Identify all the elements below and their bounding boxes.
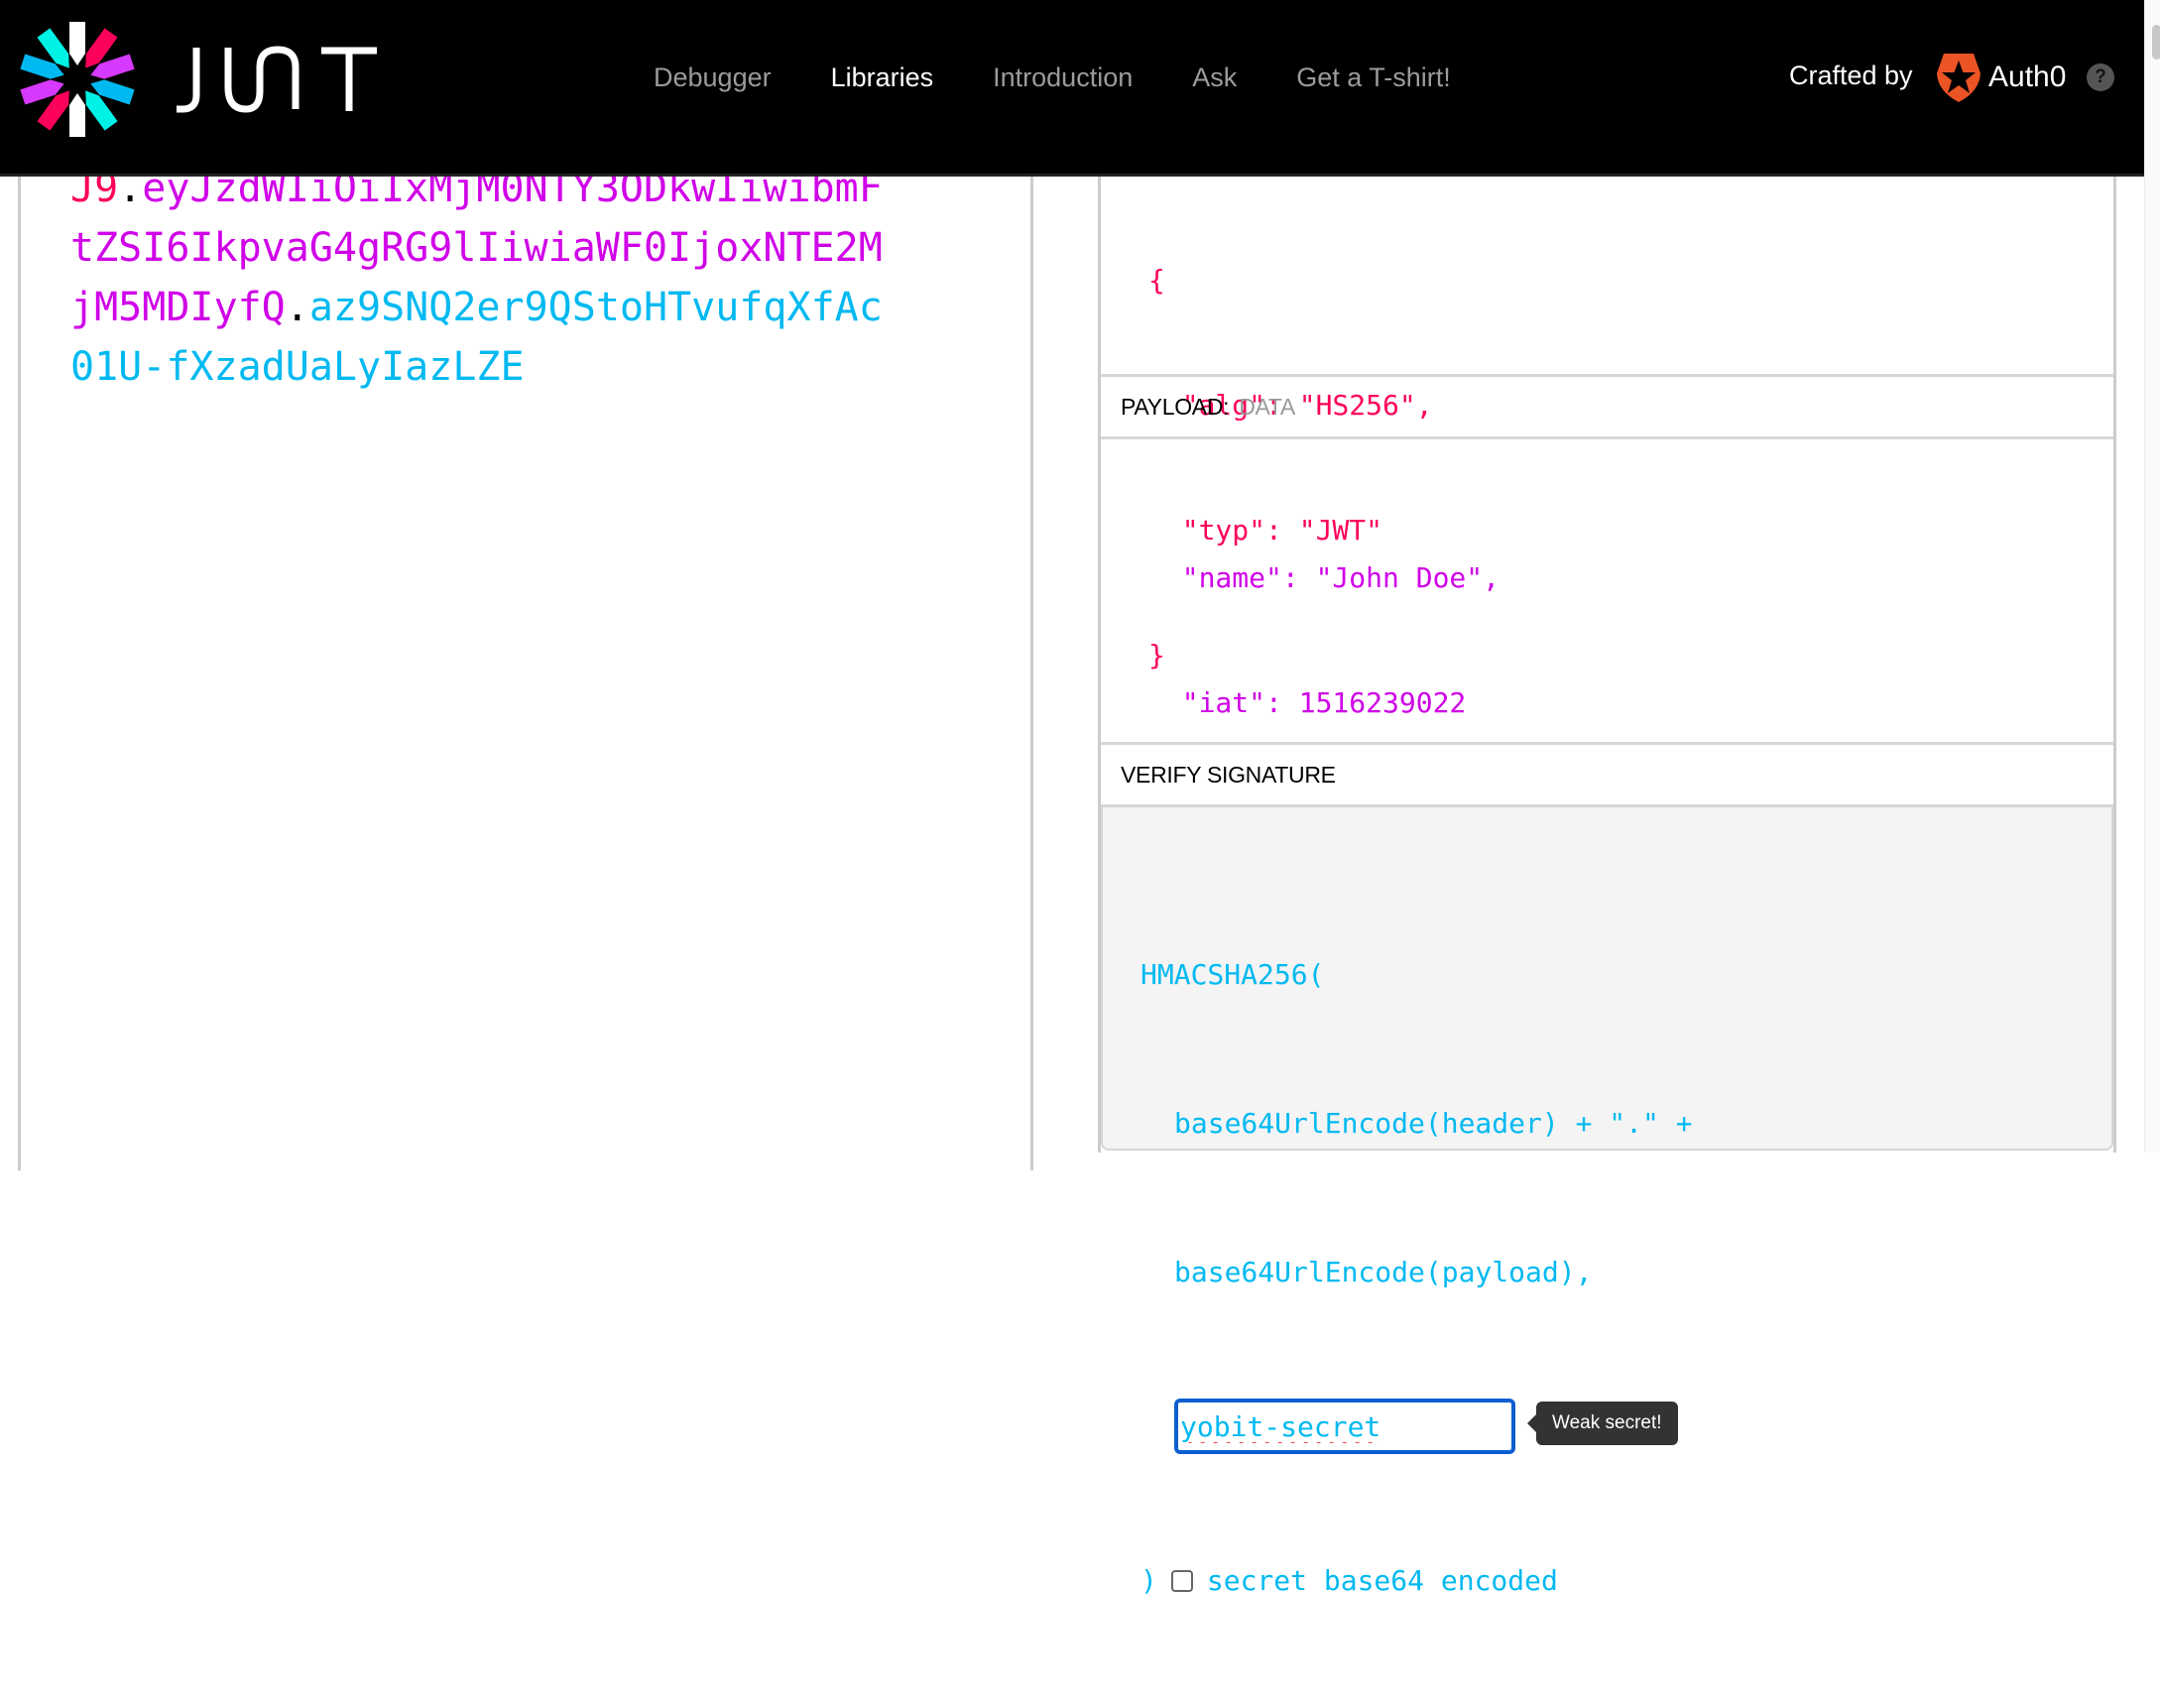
logo-spoke bbox=[69, 93, 85, 137]
jwt-logo-icon[interactable] bbox=[18, 20, 137, 139]
top-navbar: Debugger Libraries Introduction Ask Get … bbox=[0, 0, 2144, 177]
token-line: 01U-fXzadUaLyIazLZE bbox=[70, 337, 1003, 397]
token-line: tZSI6IkpvaG4gRG9lIiwiaWF0IjoxNTE2M bbox=[70, 218, 1003, 278]
secret-input[interactable] bbox=[1174, 1399, 1515, 1454]
token-dot-segment: . bbox=[285, 285, 309, 330]
main-nav: Debugger Libraries Introduction Ask Get … bbox=[654, 52, 1510, 103]
signature-box: HMACSHA256( base64UrlEncode(header) + ".… bbox=[1101, 807, 2113, 1597]
nav-libraries[interactable]: Libraries bbox=[831, 52, 934, 103]
page-scrollbar[interactable] bbox=[2144, 0, 2160, 1153]
hmac-arg-payload: base64UrlEncode(payload), bbox=[1174, 1256, 1593, 1288]
nav-tshirt[interactable]: Get a T-shirt! bbox=[1296, 52, 1451, 103]
hmac-function: HMACSHA256( bbox=[1140, 958, 1325, 991]
verify-title: VERIFY SIGNATURE bbox=[1121, 761, 1336, 788]
auth0-link[interactable]: Auth0 bbox=[1988, 58, 2066, 97]
secret-base64-label[interactable]: secret base64 encoded bbox=[1207, 1556, 1558, 1606]
logo-spoke bbox=[69, 22, 85, 65]
jwt-wordmark-logo[interactable] bbox=[175, 46, 379, 113]
json-line: "iat": 1516239022 bbox=[1148, 686, 1467, 719]
payload-subtitle: DATA bbox=[1239, 393, 1295, 420]
verify-signature-header: VERIFY SIGNATURE bbox=[1101, 742, 2113, 807]
help-icon[interactable]: ? bbox=[2087, 63, 2114, 91]
token-signature-segment: az9SNQ2er9QStoHTvufqXfAc bbox=[308, 285, 883, 330]
tooltip-text: Weak secret! bbox=[1552, 1412, 1662, 1433]
token-payload-segment: tZSI6IkpvaG4gRG9lIiwiaWF0IjoxNTE2M bbox=[70, 225, 883, 271]
nav-introduction[interactable]: Introduction bbox=[993, 52, 1133, 103]
encoded-token-textarea[interactable]: J9.eyJzdWIiOiIxMjM0NTY3ODkwIiwibmF tZSI6I… bbox=[70, 159, 1003, 397]
scrollbar-thumb[interactable] bbox=[2152, 25, 2160, 60]
token-payload-segment: jM5MDIyfQ bbox=[70, 285, 286, 330]
json-line: { bbox=[1148, 264, 1165, 297]
encoded-token-panel: J9.eyJzdWIiOiIxMjM0NTY3ODkwIiwibmF tZSI6I… bbox=[18, 119, 1033, 1170]
json-line: "name": "John Doe", bbox=[1148, 561, 1500, 594]
payload-title: PAYLOAD: bbox=[1121, 393, 1230, 420]
decoded-panel: { "alg": "HS256", "typ": "JWT" } PAYLOAD… bbox=[1098, 119, 2116, 1597]
nav-debugger[interactable]: Debugger bbox=[654, 52, 772, 103]
payload-section-header: PAYLOAD: DATA bbox=[1101, 374, 2113, 439]
weak-secret-tooltip: Weak secret! bbox=[1527, 1402, 1678, 1445]
token-line: jM5MDIyfQ.az9SNQ2er9QStoHTvufqXfAc bbox=[70, 278, 1003, 337]
crafted-by-label: Crafted by bbox=[1789, 61, 1913, 90]
auth0-shield-icon[interactable] bbox=[1936, 52, 1981, 103]
nav-ask[interactable]: Ask bbox=[1192, 52, 1237, 103]
hmac-arg-header: base64UrlEncode(header) + "." + bbox=[1174, 1107, 1693, 1140]
token-signature-segment: 01U-fXzadUaLyIazLZE bbox=[70, 344, 525, 390]
